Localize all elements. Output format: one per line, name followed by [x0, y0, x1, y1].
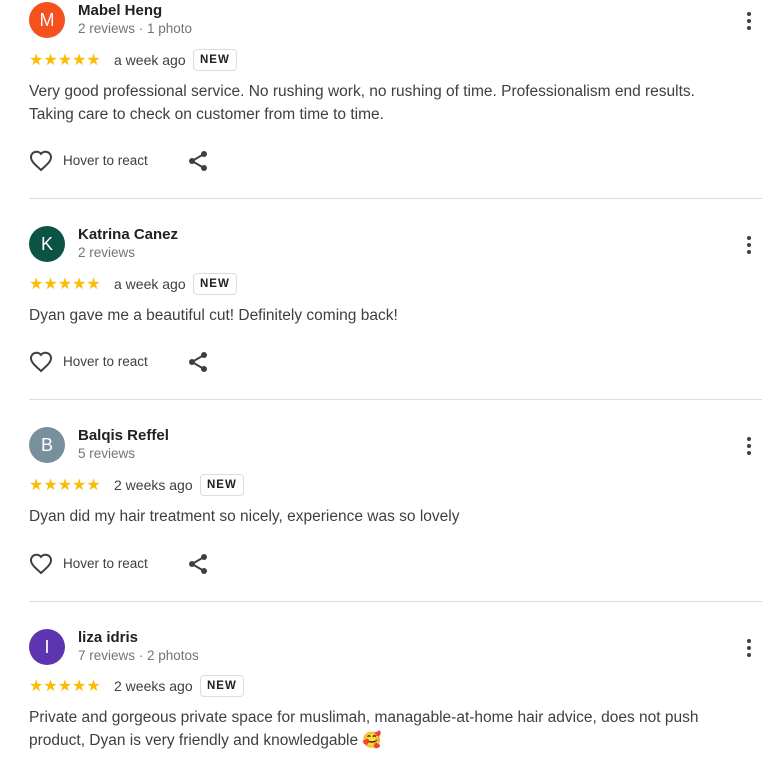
new-badge: NEW — [200, 474, 244, 496]
divider — [29, 399, 762, 400]
share-icon[interactable] — [186, 552, 210, 576]
divider — [29, 601, 762, 602]
star-rating: ★★★★★ — [29, 274, 101, 293]
review-text: Private and gorgeous private space for m… — [29, 709, 699, 749]
dot-icon — [747, 646, 751, 650]
dot-icon — [747, 437, 751, 441]
dot-icon — [747, 236, 751, 240]
review-text: Dyan gave me a beautiful cut! Definitely… — [29, 307, 398, 324]
share-icon[interactable] — [186, 350, 210, 374]
review-text: Dyan did my hair treatment so nicely, ex… — [29, 508, 460, 525]
reviewer-name[interactable]: Katrina Canez — [78, 226, 178, 243]
heart-icon[interactable] — [29, 149, 53, 173]
reviewer-meta: 2 reviews · 1 photo — [78, 21, 193, 36]
new-badge: NEW — [193, 49, 237, 71]
reviewer-name[interactable]: Mabel Heng — [78, 2, 162, 19]
star-rating: ★★★★★ — [29, 676, 101, 695]
heart-icon[interactable] — [29, 350, 53, 374]
review-text: Very good professional service. No rushi… — [29, 83, 695, 123]
reviewer-name[interactable]: liza idris — [78, 629, 138, 646]
review-actions: Hover to react — [29, 350, 229, 376]
review-actions: Hover to react — [29, 149, 229, 175]
review-date: a week ago — [114, 276, 186, 292]
new-badge: NEW — [193, 273, 237, 295]
more-options-button[interactable] — [737, 233, 761, 257]
share-icon[interactable] — [186, 149, 210, 173]
dot-icon — [747, 19, 751, 23]
review-actions: Hover to react — [29, 552, 229, 578]
divider — [29, 198, 762, 199]
dot-icon — [747, 451, 751, 455]
avatar[interactable]: B — [29, 427, 65, 463]
reviewer-meta: 7 reviews · 2 photos — [78, 648, 199, 663]
react-label[interactable]: Hover to react — [63, 556, 148, 571]
dot-icon — [747, 250, 751, 254]
react-label[interactable]: Hover to react — [63, 354, 148, 369]
dot-icon — [747, 639, 751, 643]
more-options-button[interactable] — [737, 434, 761, 458]
dot-icon — [747, 653, 751, 657]
dot-icon — [747, 444, 751, 448]
avatar[interactable]: M — [29, 2, 65, 38]
reviewer-name[interactable]: Balqis Reffel — [78, 427, 169, 444]
star-rating: ★★★★★ — [29, 50, 101, 69]
review-date: 2 weeks ago — [114, 678, 193, 694]
dot-icon — [747, 12, 751, 16]
avatar[interactable]: K — [29, 226, 65, 262]
react-label[interactable]: Hover to react — [63, 153, 148, 168]
dot-icon — [747, 243, 751, 247]
review-date: a week ago — [114, 52, 186, 68]
reviewer-meta: 5 reviews — [78, 446, 136, 461]
avatar[interactable]: I — [29, 629, 65, 665]
new-badge: NEW — [200, 675, 244, 697]
reviewer-meta: 2 reviews — [78, 245, 136, 260]
star-rating: ★★★★★ — [29, 475, 101, 494]
more-options-button[interactable] — [737, 636, 761, 660]
dot-icon — [747, 26, 751, 30]
review-date: 2 weeks ago — [114, 477, 193, 493]
heart-icon[interactable] — [29, 552, 53, 576]
more-options-button[interactable] — [737, 9, 761, 33]
